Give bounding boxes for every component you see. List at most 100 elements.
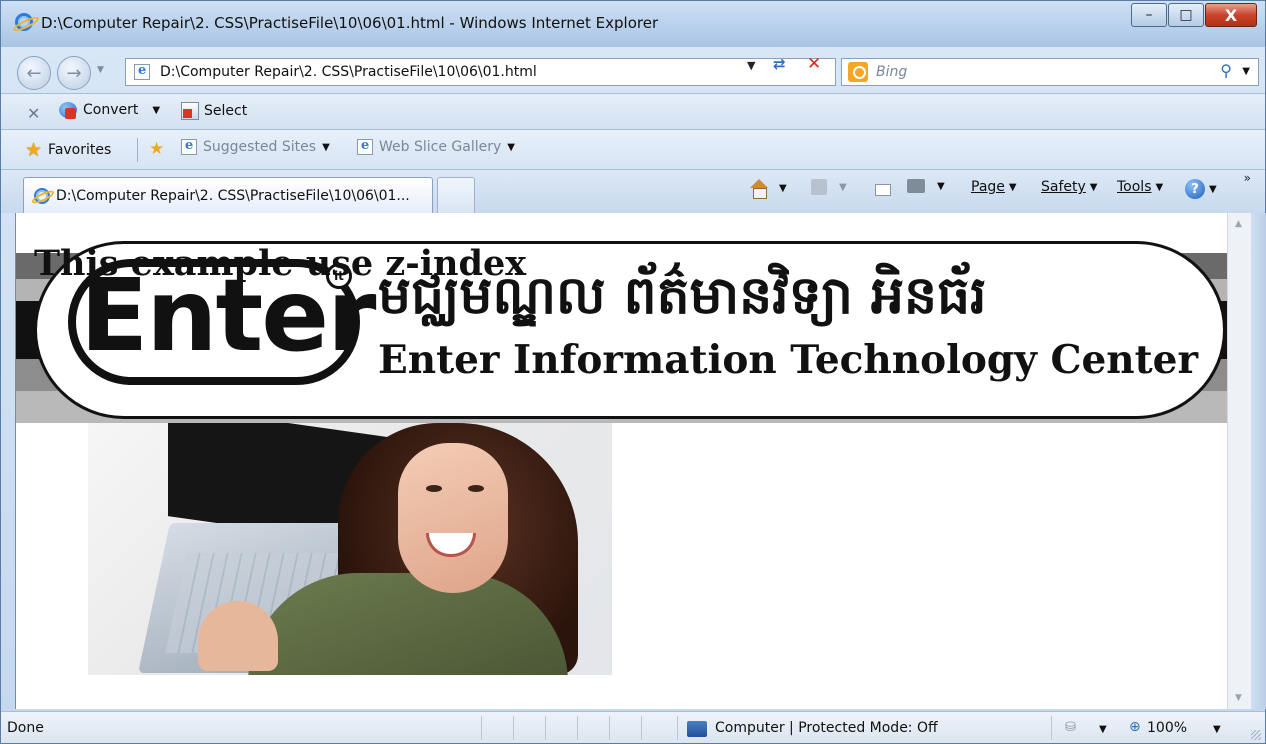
feeds-dropdown-icon[interactable]: ▼ (839, 182, 847, 193)
close-toolbar-icon[interactable]: ✕ (27, 104, 40, 123)
page-menu-label: Page (971, 179, 1005, 195)
favorites-label: Favorites (48, 142, 112, 158)
search-field[interactable]: Bing ⚲ ▼ (841, 58, 1259, 86)
maximize-button[interactable]: □ (1168, 3, 1204, 27)
web-slice-gallery-button[interactable]: Web Slice Gallery ▼ (357, 138, 515, 155)
woman-laptop-photo (88, 423, 612, 675)
feeds-button[interactable]: ▼ (811, 179, 847, 195)
address-dropdown-icon[interactable]: ▼ (747, 59, 755, 72)
add-favorite-icon: ★ (149, 139, 165, 159)
status-divider (1051, 716, 1052, 740)
photo-eye (426, 485, 442, 492)
tab-current[interactable]: D:\Computer Repair\2. CSS\PractiseFile\1… (23, 177, 433, 213)
safety-menu[interactable]: Safety ▼ (1041, 179, 1098, 195)
search-icon[interactable]: ⚲ (1220, 61, 1232, 80)
forward-button[interactable]: → (57, 56, 91, 90)
bing-icon (848, 62, 868, 82)
suggested-sites-label: Suggested Sites (203, 139, 317, 155)
protected-mode-dropdown-icon[interactable]: ▼ (1099, 724, 1107, 735)
tools-menu-label: Tools (1117, 179, 1152, 195)
toolbar-divider (137, 138, 138, 162)
new-tab-button[interactable] (437, 177, 475, 213)
ie-page-icon (357, 138, 373, 155)
star-icon: ★ (25, 139, 43, 161)
status-divider (513, 716, 514, 740)
search-placeholder: Bing (876, 64, 908, 80)
print-button[interactable]: ▼ (907, 179, 945, 193)
banner-english-title: Enter Information Technology Center (378, 337, 1199, 383)
protected-mode-icon[interactable]: ⛁ (1065, 720, 1076, 735)
window-border (1251, 213, 1266, 709)
status-divider (677, 716, 678, 740)
ie-logo-icon (15, 13, 33, 31)
ie-page-icon (181, 138, 197, 155)
favorites-bar: ★ Favorites ★ Suggested Sites ▼ Web Slic… (1, 129, 1265, 169)
help-icon: ? (1185, 179, 1205, 199)
recent-pages-dropdown[interactable]: ▼ (97, 65, 104, 75)
favorites-button[interactable]: ★ Favorites (25, 139, 111, 161)
photo-face (398, 443, 508, 593)
status-divider (641, 716, 642, 740)
suggested-dropdown-icon[interactable]: ▼ (322, 142, 330, 153)
window-title: D:\Computer Repair\2. CSS\PractiseFile\1… (41, 14, 659, 32)
safety-menu-label: Safety (1041, 179, 1086, 195)
web-slice-dropdown-icon[interactable]: ▼ (507, 142, 515, 153)
select-label: Select (204, 103, 248, 119)
photo-eye (468, 485, 484, 492)
print-dropdown-icon[interactable]: ▼ (937, 181, 945, 192)
resize-grip[interactable] (1251, 730, 1261, 740)
security-zone[interactable]: Computer | Protected Mode: Off (715, 720, 938, 736)
vertical-scrollbar[interactable]: ▲ ▼ (1227, 213, 1251, 709)
add-to-favorites-bar-button[interactable]: ★ (149, 139, 164, 159)
page-icon (134, 63, 150, 80)
status-bar: Done Computer | Protected Mode: Off ⛁ ▼ … (1, 711, 1265, 743)
home-button[interactable]: ▼ (749, 179, 787, 199)
read-mail-button[interactable] (875, 184, 891, 196)
title-bar[interactable]: D:\Computer Repair\2. CSS\PractiseFile\1… (1, 1, 1265, 47)
mail-icon (875, 184, 891, 196)
address-field[interactable]: D:\Computer Repair\2. CSS\PractiseFile\1… (125, 58, 836, 86)
zoom-icon[interactable]: ⊕ (1129, 719, 1141, 735)
close-button[interactable]: X (1205, 3, 1257, 27)
convert-button[interactable]: Convert ▼ (59, 102, 160, 119)
tools-dropdown-icon: ▼ (1155, 181, 1164, 193)
zoom-dropdown-icon[interactable]: ▼ (1213, 724, 1221, 735)
photo-hand (198, 601, 278, 671)
feeds-icon (811, 179, 827, 195)
status-divider (545, 716, 546, 740)
minimize-button[interactable]: – (1131, 3, 1167, 27)
forward-icon: → (66, 62, 82, 84)
chevron-more-icon[interactable]: » (1244, 171, 1251, 185)
help-dropdown-icon[interactable]: ▼ (1209, 184, 1217, 195)
stop-icon[interactable]: ✕ (807, 54, 821, 74)
convert-toolbar: ✕ Convert ▼ Select (1, 93, 1265, 129)
status-text: Done (7, 720, 44, 736)
page-viewport: Enter it មជ្ឈមណ្ឌល ព័ត៌មានវិទ្យា អិនធ័រ … (15, 213, 1227, 709)
page-menu[interactable]: Page ▼ (971, 179, 1017, 195)
tab-label: D:\Computer Repair\2. CSS\PractiseFile\1… (56, 187, 410, 204)
ie-logo-icon (34, 187, 50, 204)
refresh-icon[interactable]: ⇄ (773, 55, 786, 73)
help-button[interactable]: ? ▼ (1185, 179, 1217, 199)
home-dropdown-icon[interactable]: ▼ (779, 183, 787, 194)
convert-icon (59, 102, 77, 119)
web-slice-label: Web Slice Gallery (379, 139, 502, 155)
page-dropdown-icon: ▼ (1008, 181, 1017, 193)
address-url[interactable]: D:\Computer Repair\2. CSS\PractiseFile\1… (160, 64, 537, 80)
tools-menu[interactable]: Tools ▼ (1117, 179, 1163, 195)
status-divider (609, 716, 610, 740)
select-button[interactable]: Select (181, 102, 247, 120)
computer-zone-icon (687, 721, 707, 737)
status-divider (481, 716, 482, 740)
search-dropdown-icon[interactable]: ▼ (1242, 66, 1250, 77)
browser-window: D:\Computer Repair\2. CSS\PractiseFile\1… (0, 0, 1266, 744)
scroll-up-icon[interactable]: ▲ (1235, 219, 1242, 229)
print-icon (907, 179, 925, 193)
status-divider (577, 716, 578, 740)
window-controls: – □ X (1130, 3, 1257, 27)
scroll-down-icon[interactable]: ▼ (1235, 693, 1242, 703)
suggested-sites-button[interactable]: Suggested Sites ▼ (181, 138, 330, 155)
back-button[interactable]: ← (17, 56, 51, 90)
zoom-level[interactable]: 100% (1147, 720, 1187, 736)
convert-dropdown-icon[interactable]: ▼ (152, 105, 160, 116)
